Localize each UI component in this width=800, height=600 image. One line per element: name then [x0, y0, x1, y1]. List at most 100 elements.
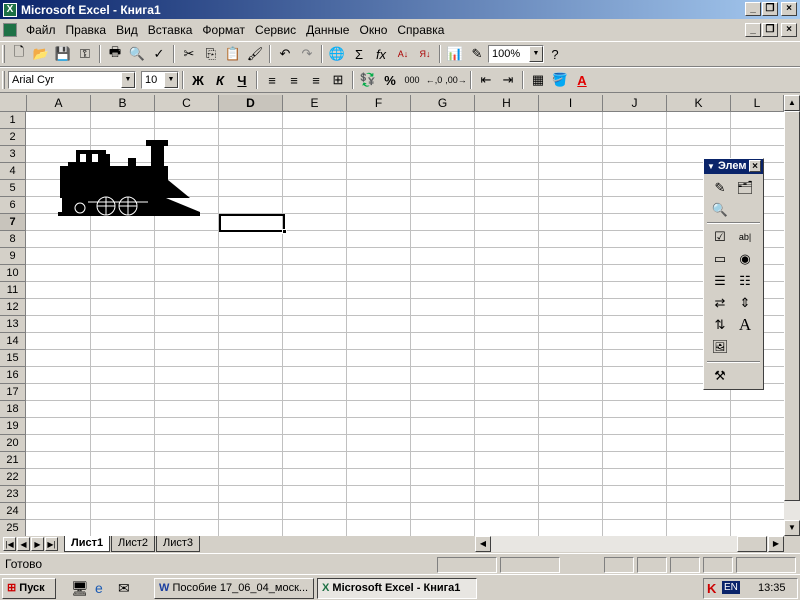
sheet-tab-2[interactable]: Лист2	[111, 536, 156, 552]
option-button-icon[interactable]: ◉	[734, 249, 756, 269]
task-excel[interactable]: X Microsoft Excel - Книга1	[317, 578, 477, 599]
row-header-20[interactable]: 20	[0, 435, 26, 452]
menu-format[interactable]: Формат	[197, 23, 250, 37]
properties-icon[interactable]: 🗂	[734, 178, 756, 198]
column-header-C[interactable]: C	[155, 95, 219, 112]
chevron-down-icon[interactable]: ▼	[121, 72, 135, 88]
horizontal-scrollbar[interactable]: ◀ ▶	[475, 536, 784, 552]
row-header-25[interactable]: 25	[0, 520, 26, 536]
prev-sheet-icon[interactable]: ◀	[17, 537, 30, 551]
thousands-button[interactable]: 000	[401, 70, 423, 91]
sort-descending-icon[interactable]: Я↓	[414, 44, 436, 65]
undo-icon[interactable]: ↶	[274, 44, 296, 65]
borders-icon[interactable]: ▦	[527, 70, 549, 91]
close-button[interactable]: ×	[781, 2, 797, 16]
combobox-icon[interactable]: ☷	[734, 271, 756, 291]
column-header-B[interactable]: B	[91, 95, 155, 112]
language-indicator[interactable]: EN	[722, 581, 740, 594]
print-icon[interactable]: 🖶	[104, 44, 126, 65]
doc-close-button[interactable]: ×	[781, 23, 797, 37]
row-header-16[interactable]: 16	[0, 367, 26, 384]
label-control-icon[interactable]: ✎	[709, 178, 731, 198]
scroll-down-icon[interactable]: ▼	[784, 520, 800, 536]
start-button[interactable]: ⊞ Пуск	[2, 578, 56, 599]
show-desktop-icon[interactable]: 🖥	[71, 580, 89, 597]
menu-edit[interactable]: Правка	[61, 23, 112, 37]
row-header-14[interactable]: 14	[0, 333, 26, 350]
fill-color-icon[interactable]: 🪣	[549, 70, 571, 91]
column-header-K[interactable]: K	[667, 95, 731, 112]
column-header-H[interactable]: H	[475, 95, 539, 112]
row-header-1[interactable]: 1	[0, 112, 26, 129]
chart-wizard-icon[interactable]: 📊	[444, 44, 466, 65]
align-right-icon[interactable]: ≡	[305, 70, 327, 91]
menu-window[interactable]: Окно	[354, 23, 392, 37]
column-header-I[interactable]: I	[539, 95, 603, 112]
align-left-icon[interactable]: ≡	[261, 70, 283, 91]
help-icon[interactable]: ?	[544, 44, 566, 65]
chevron-down-icon[interactable]: ▼	[164, 72, 178, 88]
scroll-left-icon[interactable]: ◀	[475, 536, 491, 552]
vertical-scrollbar[interactable]: ▲ ▼	[784, 95, 800, 536]
textbox-icon[interactable]: ab|	[734, 227, 756, 247]
sort-ascending-icon[interactable]: A↓	[392, 44, 414, 65]
row-header-21[interactable]: 21	[0, 452, 26, 469]
tools-icon[interactable]: ⚒	[709, 366, 731, 386]
menu-data[interactable]: Данные	[301, 23, 354, 37]
menu-view[interactable]: Вид	[111, 23, 143, 37]
bold-button[interactable]: Ж	[187, 70, 209, 91]
column-header-E[interactable]: E	[283, 95, 347, 112]
scroll-thumb[interactable]	[784, 111, 800, 501]
increase-indent-icon[interactable]: ⇥	[497, 70, 519, 91]
internet-explorer-icon[interactable]: e	[95, 580, 103, 596]
row-header-22[interactable]: 22	[0, 469, 26, 486]
row-header-15[interactable]: 15	[0, 350, 26, 367]
button-control-icon[interactable]: ▭	[709, 249, 731, 269]
fill-handle[interactable]	[282, 229, 287, 234]
spinner-icon[interactable]: ⇕	[734, 293, 756, 313]
italic-button[interactable]: К	[209, 70, 231, 91]
column-header-L[interactable]: L	[731, 95, 784, 112]
row-header-5[interactable]: 5	[0, 180, 26, 197]
row-header-24[interactable]: 24	[0, 503, 26, 520]
restore-button[interactable]: ❐	[762, 2, 778, 16]
function-icon[interactable]: fx	[370, 44, 392, 65]
row-header-19[interactable]: 19	[0, 418, 26, 435]
toggle-button-icon[interactable]: ⇄	[709, 293, 731, 313]
font-color-icon[interactable]: A	[571, 70, 593, 91]
scrollbar-icon[interactable]: ⇅	[709, 315, 731, 335]
percent-button[interactable]: %	[379, 70, 401, 91]
worksheet-grid[interactable]: ABCDEFGHIJKL 1 2 3 4 5 6 7 8 9 10 11 12 13 14 15 16 17 18…	[0, 95, 784, 536]
column-header-J[interactable]: J	[603, 95, 667, 112]
font-select[interactable]: Arial Cyr ▼	[8, 71, 136, 89]
row-header-12[interactable]: 12	[0, 299, 26, 316]
document-icon[interactable]	[3, 22, 17, 37]
row-header-13[interactable]: 13	[0, 316, 26, 333]
autosum-icon[interactable]: Σ	[348, 44, 370, 65]
row-header-10[interactable]: 10	[0, 265, 26, 282]
row-header-11[interactable]: 11	[0, 282, 26, 299]
underline-button[interactable]: Ч	[231, 70, 253, 91]
last-sheet-icon[interactable]: ▶|	[45, 537, 58, 551]
zoom-select[interactable]: 100% ▼	[488, 45, 544, 63]
print-preview-icon[interactable]: 🔍	[126, 44, 148, 65]
label-a-icon[interactable]: A	[734, 315, 756, 335]
chevron-down-icon[interactable]: ▼	[529, 46, 543, 62]
row-header-2[interactable]: 2	[0, 129, 26, 146]
task-word-document[interactable]: W Пособие 17_06_04_моск...	[154, 578, 314, 599]
row-header-4[interactable]: 4	[0, 163, 26, 180]
first-sheet-icon[interactable]: |◀	[3, 537, 16, 551]
locomotive-image[interactable]	[58, 140, 202, 222]
doc-minimize-button[interactable]: _	[745, 23, 761, 37]
menu-tools[interactable]: Сервис	[250, 23, 301, 37]
scroll-right-icon[interactable]: ▶	[768, 536, 784, 552]
toolbar-grip[interactable]	[2, 45, 5, 63]
select-all-corner[interactable]	[0, 95, 27, 112]
minimize-button[interactable]: _	[745, 2, 761, 16]
redo-icon[interactable]: ↷	[296, 44, 318, 65]
hyperlink-icon[interactable]: 🌐	[326, 44, 348, 65]
row-header-17[interactable]: 17	[0, 384, 26, 401]
toolbar-grip[interactable]	[2, 71, 5, 89]
currency-icon[interactable]: 💱	[357, 70, 379, 91]
menu-insert[interactable]: Вставка	[143, 23, 198, 37]
